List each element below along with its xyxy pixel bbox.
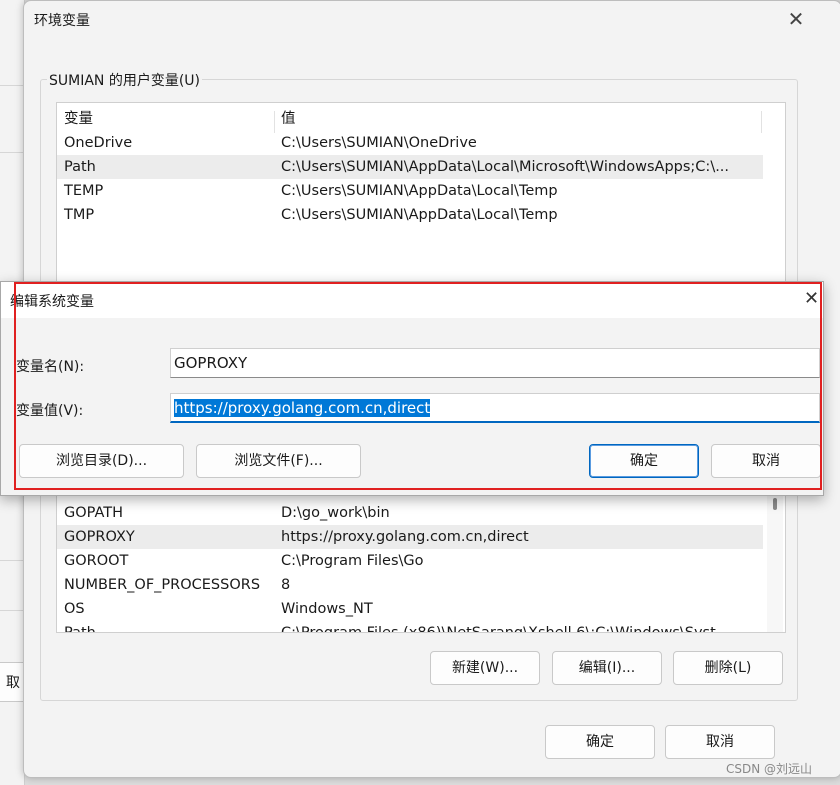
list-header: 变量 值 <box>57 107 763 133</box>
row-name: Path <box>64 625 96 633</box>
system-vars-list[interactable]: GOPATH D:\go_work\bin GOPROXY https://pr… <box>56 483 786 633</box>
table-row[interactable]: GOROOT C:\Program Files\Go <box>57 549 763 573</box>
row-value: C:\Users\SUMIAN\AppData\Local\Temp <box>281 207 558 223</box>
edit-button[interactable]: 编辑(I)... <box>552 651 662 685</box>
user-vars-list[interactable]: 变量 值 OneDrive C:\Users\SUMIAN\OneDrive P… <box>56 102 786 294</box>
ok-button[interactable]: 确定 <box>545 725 655 759</box>
row-name: GOPATH <box>64 505 124 521</box>
background-divider <box>0 610 24 611</box>
delete-button[interactable]: 删除(L) <box>673 651 783 685</box>
header-separator <box>274 111 275 133</box>
close-icon[interactable]: ✕ <box>784 7 808 31</box>
row-name: GOPROXY <box>64 529 135 545</box>
row-value: D:\go_work\bin <box>281 505 390 521</box>
table-row[interactable]: OneDrive C:\Users\SUMIAN\OneDrive <box>57 131 763 155</box>
watermark: CSDN @刘远山 <box>726 762 813 776</box>
highlight-annotation-box <box>14 282 822 490</box>
header-variable[interactable]: 变量 <box>64 107 93 131</box>
background-partial-button[interactable]: 取 <box>0 662 24 702</box>
scrollbar-thumb[interactable] <box>773 498 777 510</box>
row-name: OS <box>64 601 85 617</box>
row-name: NUMBER_OF_PROCESSORS <box>64 577 261 593</box>
row-value: C:\Program Files (x86)\NetSarang\Xshell … <box>281 625 730 633</box>
user-vars-group-label: SUMIAN 的用户变量(U) <box>47 70 203 90</box>
table-row[interactable]: TMP C:\Users\SUMIAN\AppData\Local\Temp <box>57 203 763 227</box>
table-row[interactable]: NUMBER_OF_PROCESSORS 8 <box>57 573 763 597</box>
row-value: C:\Users\SUMIAN\AppData\Local\Microsoft\… <box>281 159 730 175</box>
row-value: Windows_NT <box>281 601 373 617</box>
background-divider <box>0 560 24 561</box>
scrollbar[interactable] <box>767 484 783 632</box>
table-row[interactable]: Path C:\Program Files (x86)\NetSarang\Xs… <box>57 621 763 633</box>
row-value: C:\Users\SUMIAN\OneDrive <box>281 135 477 151</box>
table-row-selected[interactable]: GOPROXY https://proxy.golang.com.cn,dire… <box>57 525 763 549</box>
new-button[interactable]: 新建(W)... <box>430 651 540 685</box>
header-value[interactable]: 值 <box>281 107 296 131</box>
cancel-button[interactable]: 取消 <box>665 725 775 759</box>
row-value: 8 <box>281 577 291 593</box>
table-row[interactable]: GOPATH D:\go_work\bin <box>57 501 763 525</box>
row-name: OneDrive <box>64 135 133 151</box>
row-name: Path <box>64 159 96 175</box>
row-value: https://proxy.golang.com.cn,direct <box>281 529 529 545</box>
table-row[interactable]: OS Windows_NT <box>57 597 763 621</box>
table-row[interactable]: TEMP C:\Users\SUMIAN\AppData\Local\Temp <box>57 179 763 203</box>
background-divider <box>0 85 24 86</box>
row-value: C:\Users\SUMIAN\AppData\Local\Temp <box>281 183 558 199</box>
row-name: TEMP <box>64 183 104 199</box>
row-value: C:\Program Files\Go <box>281 553 424 569</box>
window-title: 环境变量 <box>34 13 90 29</box>
header-separator <box>761 111 762 133</box>
background-divider <box>0 152 24 153</box>
row-name: GOROOT <box>64 553 129 569</box>
table-row-selected[interactable]: Path C:\Users\SUMIAN\AppData\Local\Micro… <box>57 155 763 179</box>
row-name: TMP <box>64 207 95 223</box>
